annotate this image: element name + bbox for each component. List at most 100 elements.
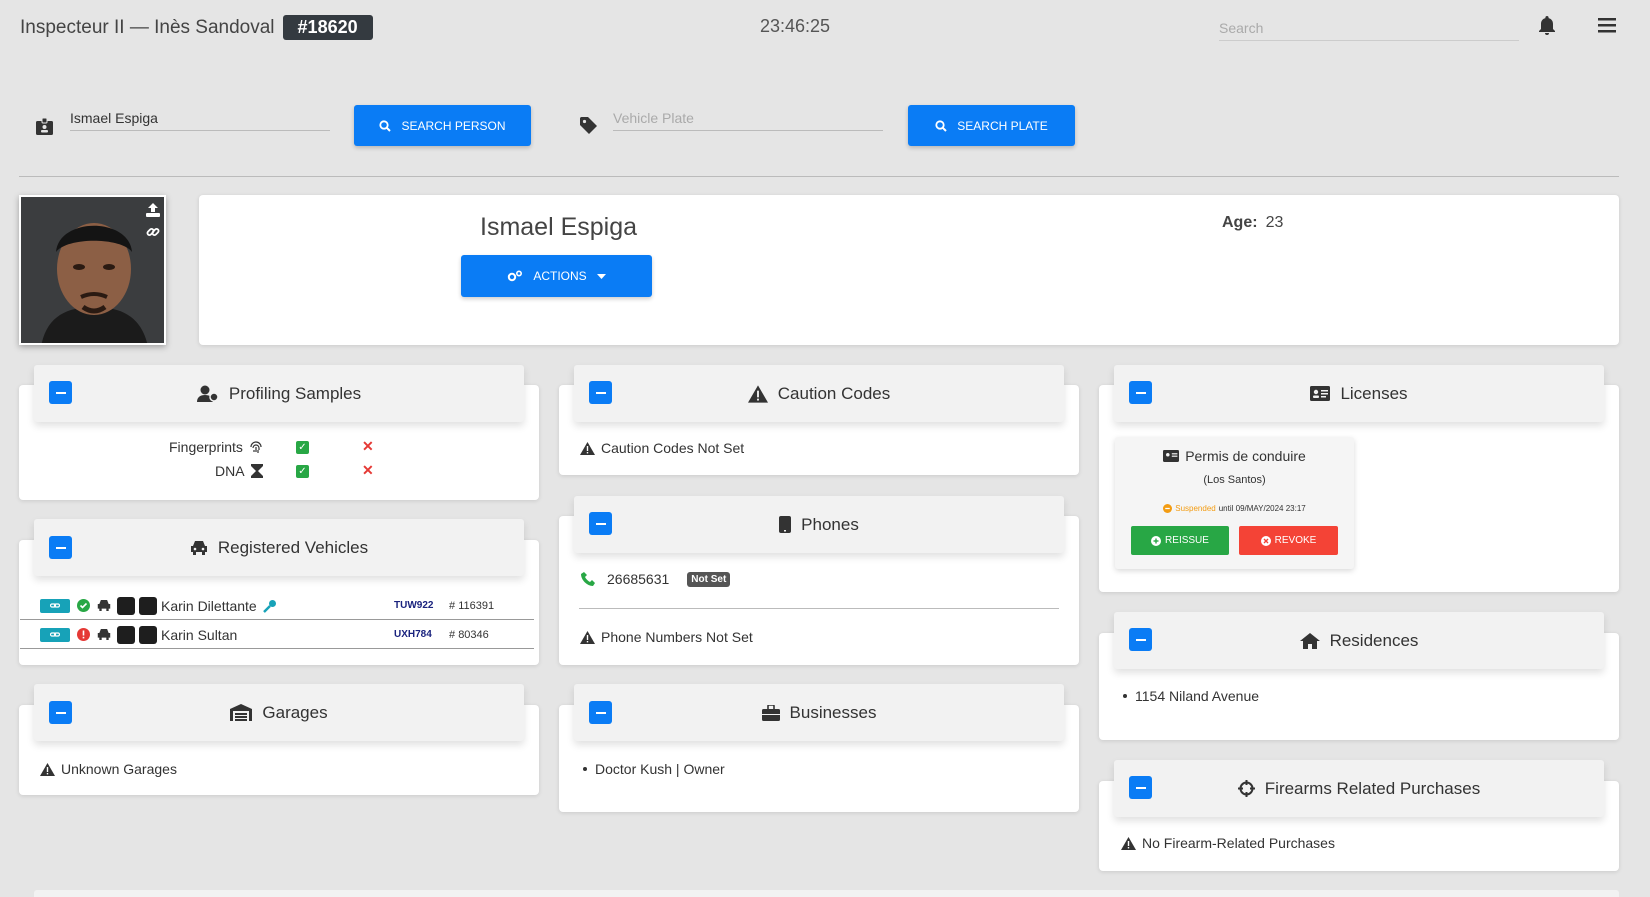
collapse-licenses-button[interactable] — [1129, 381, 1152, 404]
bell-icon[interactable] — [1538, 16, 1556, 36]
collapse-profiling-button[interactable] — [49, 381, 72, 404]
actions-label: ACTIONS — [533, 269, 587, 283]
fingerprints-no-x[interactable]: ✕ — [362, 438, 374, 455]
garages-header: Garages — [34, 684, 524, 741]
garages-note-text: Unknown Garages — [61, 761, 177, 777]
warning-icon — [747, 384, 768, 403]
licenses-title: Licenses — [1340, 383, 1408, 403]
dna-no-x[interactable]: ✕ — [362, 462, 374, 479]
phone-status-tag: Not Set — [687, 571, 731, 587]
license-card: Permis de conduire (Los Santos) Suspende… — [1115, 437, 1354, 569]
vehicle-plate: TUW922 — [394, 600, 434, 611]
dna-yes-check[interactable]: ✓ — [296, 465, 309, 478]
profile-photo — [19, 195, 166, 345]
officer-info: Inspecteur II — Inès Sandoval #18620 — [20, 15, 373, 40]
profiling-header: Profiling Samples — [34, 365, 524, 422]
warning-icon — [580, 441, 595, 455]
search-plate-label: SEARCH PLATE — [957, 118, 1048, 133]
caution-note: Caution Codes Not Set — [580, 440, 744, 456]
color-swatch-primary — [117, 596, 135, 615]
phone-icon — [581, 572, 595, 586]
collapse-phones-button[interactable] — [589, 512, 612, 535]
car-icon — [97, 629, 111, 640]
phone-entry[interactable]: 26685631 Not Set — [581, 571, 731, 587]
profile-card: Ismael Espiga ACTIONS Age: 23 — [199, 195, 1619, 345]
revoke-label: REVOKE — [1274, 535, 1317, 546]
upload-icon[interactable] — [146, 203, 160, 217]
color-swatch-secondary — [139, 625, 157, 644]
vehicle-id: # 80346 — [449, 629, 489, 641]
age: Age: 23 — [1222, 214, 1283, 232]
license-status: Suspended — [1175, 504, 1216, 513]
firearms-header: Firearms Related Purchases — [1114, 760, 1604, 817]
top-bar: Inspecteur II — Inès Sandoval #18620 23:… — [0, 0, 1650, 54]
fingerprints-yes-check[interactable]: ✓ — [296, 441, 309, 454]
vehicle-id-value: 116391 — [458, 599, 495, 612]
fingerprints-label: Fingerprints — [169, 439, 243, 455]
briefcase-icon — [761, 704, 780, 721]
vehicle-row[interactable]: Karin Sultan UXH784 # 80346 — [20, 621, 534, 649]
user-fingerprint-icon — [196, 385, 219, 403]
caution-header: Caution Codes — [574, 365, 1064, 422]
vehicle-name: Karin Sultan — [161, 626, 238, 643]
vehicle-row[interactable]: Karin Dilettante TUW922 # 116391 — [20, 592, 534, 620]
id-card-icon — [1310, 386, 1331, 401]
officer-name: Inspecteur II — Inès Sandoval — [20, 16, 275, 38]
clock: 23:46:25 — [760, 16, 831, 36]
times-circle-icon — [1260, 535, 1271, 546]
car-icon — [97, 600, 111, 611]
phones-header: Phones — [574, 496, 1064, 553]
crosshairs-icon — [1237, 780, 1255, 797]
plate-search-input[interactable] — [613, 106, 883, 131]
collapse-firearms-button[interactable] — [1129, 776, 1152, 799]
search-person-button[interactable]: SEARCH PERSON — [354, 105, 531, 146]
reissue-button[interactable]: REISSUE — [1131, 526, 1229, 555]
collapse-vehicles-button[interactable] — [49, 536, 72, 559]
revoke-button[interactable]: REVOKE — [1239, 526, 1338, 555]
search-icon — [935, 119, 947, 132]
businesses-title: Businesses — [789, 702, 877, 722]
global-search-input[interactable] — [1219, 16, 1519, 41]
fingerprint-icon — [249, 440, 263, 454]
vehicle-name: Karin Dilettante — [161, 597, 257, 614]
fingerprints-row: Fingerprints — [169, 439, 263, 455]
link-icon[interactable] — [40, 627, 70, 642]
id-card-icon — [1163, 450, 1180, 462]
plus-circle-icon — [1151, 535, 1162, 546]
caution-note-text: Caution Codes Not Set — [601, 440, 745, 456]
firearms-note: No Firearm-Related Purchases — [1121, 835, 1335, 851]
clock-icon — [1163, 504, 1173, 513]
license-name: Permis de conduire — [1185, 448, 1306, 464]
divider — [19, 176, 1619, 177]
license-status-until: until 09/MAY/2024 23:17 — [1218, 504, 1306, 513]
link-icon[interactable] — [40, 598, 70, 613]
license-name-row: Permis de conduire — [1115, 448, 1354, 464]
home-icon — [1299, 632, 1320, 649]
garages-title: Garages — [262, 702, 328, 722]
vehicle-id-value: 80346 — [458, 628, 489, 641]
hash-icon: # — [449, 628, 456, 641]
collapse-garages-button[interactable] — [49, 701, 72, 724]
hash-icon: # — [449, 599, 456, 612]
link-icon[interactable] — [146, 225, 160, 239]
profiling-title: Profiling Samples — [228, 383, 362, 403]
collapse-residences-button[interactable] — [1129, 628, 1152, 651]
residence-item: 1154 Niland Avenue — [1123, 688, 1259, 704]
collapse-caution-button[interactable] — [589, 381, 612, 404]
firearms-title: Firearms Related Purchases — [1264, 778, 1481, 798]
actions-dropdown-button[interactable]: ACTIONS — [461, 255, 652, 297]
caution-title: Caution Codes — [777, 383, 891, 403]
tag-icon — [580, 117, 597, 134]
car-icon — [190, 540, 208, 555]
mugshot-image — [21, 197, 164, 343]
person-search-input[interactable] — [70, 106, 330, 131]
warning-icon — [40, 762, 55, 776]
hamburger-menu-icon[interactable] — [1598, 18, 1616, 33]
key-icon — [262, 599, 277, 613]
search-plate-button[interactable]: SEARCH PLATE — [908, 105, 1075, 146]
search-person-label: SEARCH PERSON — [401, 118, 506, 133]
next-card-edge — [34, 890, 1619, 897]
collapse-businesses-button[interactable] — [589, 701, 612, 724]
dna-row: DNA — [215, 463, 263, 479]
vehicle-id: # 116391 — [449, 600, 494, 612]
